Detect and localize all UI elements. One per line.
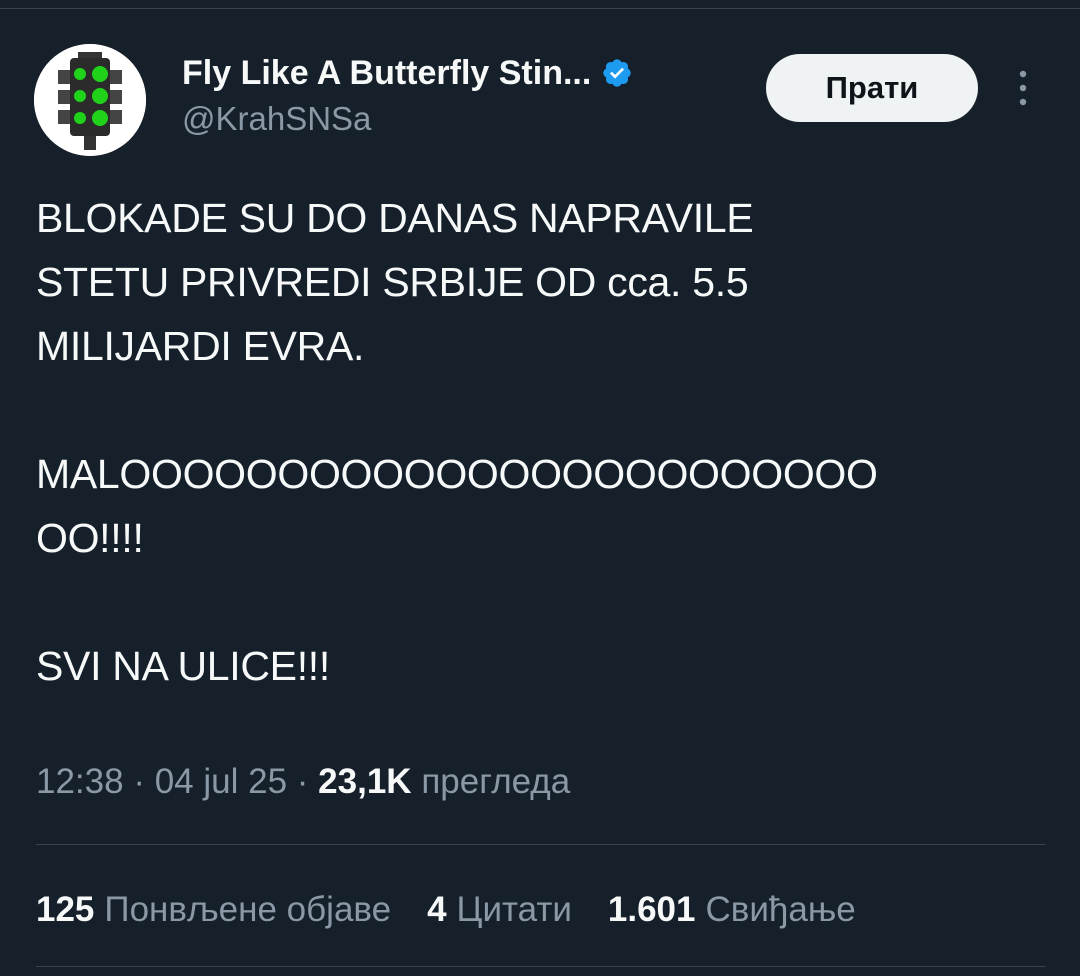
divider	[36, 966, 1046, 967]
follow-button[interactable]: Прати	[766, 54, 978, 122]
meta-separator: ·	[296, 762, 309, 801]
author-name-row[interactable]: Fly Like A Butterfly Stin...	[182, 52, 633, 94]
reposts-stat[interactable]: 125 Понвљене објаве	[36, 890, 391, 930]
views-count[interactable]: 23,1K	[318, 762, 411, 801]
reposts-count: 125	[36, 890, 95, 929]
meta-separator: ·	[133, 762, 145, 801]
traffic-light-icon	[34, 44, 146, 156]
author-display-name[interactable]: Fly Like A Butterfly Stin...	[182, 54, 591, 93]
tweet-date[interactable]: 04 jul 25	[155, 762, 287, 801]
tweet-line: OO!!!!	[36, 515, 144, 561]
tweet-line: BLOKADE SU DO DANAS NAPRAVILE	[36, 195, 754, 241]
more-vertical-icon[interactable]	[1008, 66, 1038, 110]
quotes-count: 4	[427, 890, 447, 929]
likes-label: Свиђање	[705, 890, 856, 929]
verified-badge-icon	[601, 57, 633, 89]
views-label: прегледа	[421, 762, 571, 801]
tweet-time[interactable]: 12:38	[36, 762, 124, 801]
reposts-label: Понвљене објаве	[104, 890, 392, 929]
likes-count: 1.601	[607, 890, 696, 929]
top-divider	[0, 8, 1080, 9]
tweet-line: MILIJARDI EVRA.	[36, 323, 365, 369]
tweet-meta: 12:38 · 04 jul 25 · 23,1K прегледа	[36, 762, 570, 802]
avatar[interactable]	[34, 44, 146, 156]
divider	[36, 844, 1046, 845]
tweet-text: BLOKADE SU DO DANAS NAPRAVILE STETU PRIV…	[36, 186, 1046, 698]
quotes-stat[interactable]: 4 Цитати	[427, 890, 572, 930]
tweet-line: SVI NA ULICE!!!	[36, 643, 330, 689]
engagement-stats: 125 Понвљене објаве 4 Цитати 1.601 Свиђање	[36, 890, 892, 930]
tweet-line: STETU PRIVREDI SRBIJE OD cca. 5.5	[36, 259, 749, 305]
quotes-label: Цитати	[456, 890, 572, 929]
author-handle[interactable]: @KrahSNSa	[182, 100, 371, 138]
likes-stat[interactable]: 1.601 Свиђање	[608, 890, 856, 930]
tweet-line: MALOOOOOOOOOOOOOOOOOOOOOOOO	[36, 451, 878, 497]
